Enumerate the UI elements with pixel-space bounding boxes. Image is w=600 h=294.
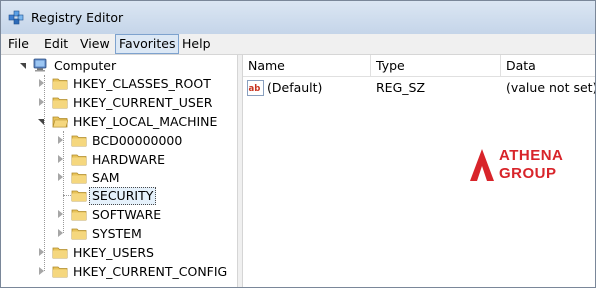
computer-icon <box>33 58 47 72</box>
tree-item-hkey-users[interactable]: HKEY_USERS <box>1 244 231 262</box>
tree-label: HKEY_CURRENT_CONFIG <box>73 264 228 279</box>
registry-editor-app-icon <box>8 10 24 25</box>
athena-group-logo: ATHENA GROUP <box>469 147 595 187</box>
column-header-data[interactable]: Data <box>501 55 595 76</box>
folder-icon <box>52 247 68 259</box>
expand-arrow-icon[interactable] <box>39 248 44 256</box>
tree-item-security[interactable]: SECURITY <box>1 187 231 205</box>
tree-item-hkey-current-config[interactable]: HKEY_CURRENT_CONFIG <box>1 263 231 281</box>
tree-item-hardware[interactable]: HARDWARE <box>1 151 231 169</box>
folder-icon <box>52 78 68 90</box>
tree-label: SYSTEM <box>92 226 142 241</box>
value-type: REG_SZ <box>376 80 426 95</box>
tree-pane[interactable]: Computer HKEY_CLASSES_ROOT HKEY_CURRENT_… <box>1 55 237 287</box>
folder-icon <box>52 97 68 109</box>
expand-arrow-icon[interactable] <box>39 267 44 275</box>
list-row[interactable]: ab (Default) REG_SZ (value not set) <box>243 78 595 98</box>
registry-editor-window: Registry Editor File Edit View Favorites… <box>0 0 596 288</box>
folder-icon <box>71 209 87 221</box>
value-name: (Default) <box>267 80 323 95</box>
values-list-pane[interactable]: Name Type Data ab (Default) REG_SZ (valu… <box>243 55 595 287</box>
column-header-name[interactable]: Name <box>243 55 371 76</box>
menu-help[interactable]: Help <box>179 34 214 54</box>
folder-icon <box>71 172 87 184</box>
tree-label: SAM <box>92 170 120 185</box>
open-folder-icon <box>52 116 68 128</box>
menu-view[interactable]: View <box>77 34 113 54</box>
tree-item-hkey-current-user[interactable]: HKEY_CURRENT_USER <box>1 94 231 112</box>
athena-logo-icon <box>470 149 494 181</box>
tree-item-hkey-local-machine[interactable]: HKEY_LOCAL_MACHINE <box>1 113 231 131</box>
tree-label: HKEY_LOCAL_MACHINE <box>73 114 218 129</box>
tree-label: HKEY_CURRENT_USER <box>73 95 213 110</box>
tree-item-sam[interactable]: SAM <box>1 169 231 187</box>
tree-item-hkey-classes-root[interactable]: HKEY_CLASSES_ROOT <box>1 75 231 93</box>
tree-item-system[interactable]: SYSTEM <box>1 225 231 243</box>
column-header-type[interactable]: Type <box>371 55 501 76</box>
expand-arrow-icon[interactable] <box>39 98 44 106</box>
expand-arrow-icon[interactable] <box>58 136 63 144</box>
tree-label: HARDWARE <box>92 152 166 167</box>
folder-icon <box>71 135 87 147</box>
menu-file[interactable]: File <box>5 34 32 54</box>
expand-arrow-icon[interactable] <box>58 155 63 163</box>
tree-label-selected: SECURITY <box>89 187 157 205</box>
menu-favorites[interactable]: Favorites <box>115 34 180 54</box>
value-data: (value not set) <box>506 80 596 95</box>
tree-label: BCD00000000 <box>92 133 183 148</box>
tree-item-software[interactable]: SOFTWARE <box>1 206 231 224</box>
svg-text:ab: ab <box>249 84 261 94</box>
tree-label: SOFTWARE <box>92 207 162 222</box>
tree-label: HKEY_USERS <box>73 245 154 260</box>
logo-text-athena: ATHENA <box>499 147 564 164</box>
expand-arrow-icon[interactable] <box>58 229 63 237</box>
expand-arrow-icon[interactable] <box>58 210 63 218</box>
tree-label-computer: Computer <box>54 58 117 73</box>
list-header: Name Type Data <box>243 55 595 77</box>
string-value-icon: ab <box>247 80 264 96</box>
menu-edit[interactable]: Edit <box>41 34 71 54</box>
logo-text-group: GROUP <box>499 165 557 182</box>
collapse-arrow-icon[interactable] <box>38 119 44 125</box>
window-title: Registry Editor <box>31 10 124 25</box>
folder-icon <box>71 154 87 166</box>
folder-icon <box>52 266 68 278</box>
menu-bar: File Edit View Favorites Help <box>1 34 595 55</box>
expand-arrow-icon[interactable] <box>58 173 63 181</box>
collapse-arrow-icon[interactable] <box>20 63 26 69</box>
tree-item-bcd[interactable]: BCD00000000 <box>1 132 231 150</box>
expand-arrow-icon[interactable] <box>39 79 44 87</box>
tree-label: HKEY_CLASSES_ROOT <box>73 76 211 91</box>
folder-icon <box>71 228 87 240</box>
tree-item-computer[interactable]: Computer <box>1 57 231 75</box>
title-bar[interactable]: Registry Editor <box>1 1 595 34</box>
folder-icon <box>71 190 87 202</box>
